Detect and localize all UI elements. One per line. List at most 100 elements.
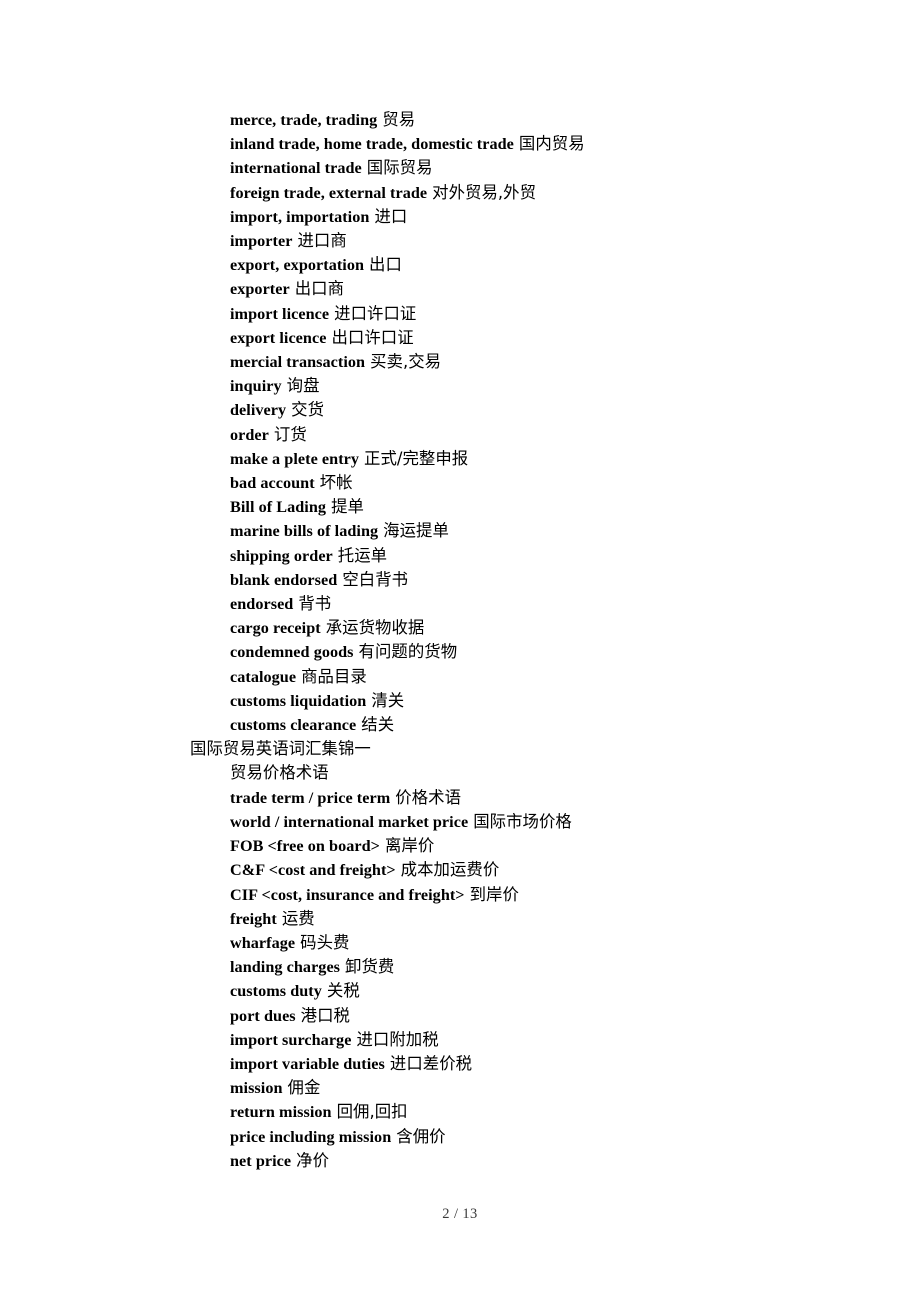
vocabulary-entry: trade term / price term 价格术语: [190, 786, 890, 810]
entry-term: merce, trade, trading: [230, 111, 378, 129]
entry-term: return mission: [230, 1103, 332, 1122]
entry-term: import variable duties: [230, 1054, 385, 1073]
vocabulary-entry: international trade 国际贸易: [190, 156, 890, 180]
entry-gloss: 运费: [281, 908, 315, 928]
vocabulary-entry: export, exportation 出口: [190, 253, 890, 277]
entry-gloss: 卸货费: [345, 957, 395, 977]
entry-gloss: 结关: [361, 715, 395, 735]
vocabulary-entry: importer 进口商: [190, 229, 890, 253]
entry-gloss: 成本加运费价: [400, 860, 500, 880]
entry-gloss: 出口许口证: [331, 327, 414, 347]
entry-gloss: 托运单: [337, 545, 388, 565]
vocabulary-entry: return mission 回佣,回扣: [190, 1100, 890, 1124]
vocabulary-entry: customs duty 关税: [190, 979, 890, 1003]
vocabulary-entry: customs liquidation 清关: [190, 689, 890, 713]
vocabulary-entry: delivery 交货: [190, 398, 890, 422]
vocabulary-entry: Bill of Lading 提单: [190, 495, 890, 519]
vocabulary-entry: inland trade, home trade, domestic trade…: [190, 132, 890, 156]
entry-term: customs duty: [230, 982, 322, 1001]
section-heading: 国际贸易英语词汇集锦一: [190, 737, 890, 761]
entry-gloss: 国际贸易: [366, 158, 433, 178]
vocabulary-entry: bad account 坏帐: [190, 471, 890, 495]
vocabulary-entry: mercial transaction 买卖,交易: [190, 350, 890, 374]
entry-term: marine bills of lading: [230, 522, 379, 541]
vocabulary-entry: C&F <cost and freight> 成本加运费价: [190, 858, 890, 882]
entry-gloss: 询盘: [286, 376, 320, 396]
entry-gloss: 贸易: [382, 110, 416, 129]
vocabulary-entry: FOB <free on board> 离岸价: [190, 834, 890, 858]
vocabulary-entry: foreign trade, external trade 对外贸易,外贸: [190, 181, 890, 205]
entry-gloss: 价格术语: [395, 787, 462, 807]
entry-term: freight: [230, 909, 277, 928]
entry-term: import licence: [230, 304, 330, 323]
entry-term: inquiry: [230, 377, 282, 396]
entry-gloss: 回佣,回扣: [336, 1102, 408, 1122]
vocabulary-entry: condemned goods 有问题的货物: [190, 640, 890, 664]
vocabulary-entry: wharfage 码头费: [190, 931, 890, 955]
entry-gloss: 贸易价格术语: [230, 763, 329, 783]
entry-term: cargo receipt: [230, 619, 321, 638]
entry-gloss: 进口: [374, 206, 408, 226]
vocabulary-entry: cargo receipt 承运货物收据: [190, 616, 890, 640]
entry-term: landing charges: [230, 958, 341, 977]
entry-gloss: 进口附加税: [356, 1029, 439, 1049]
document-page: merce, trade, trading 贸易 inland trade, hom…: [0, 0, 920, 1302]
vocabulary-entry: freight 运费: [190, 907, 890, 931]
vocabulary-entry: import surcharge 进口附加税: [190, 1028, 890, 1052]
entry-gloss: 承运货物收据: [325, 618, 425, 638]
entry-term: net price: [230, 1151, 292, 1170]
page-footer: 2 / 13: [442, 1206, 478, 1222]
vocabulary-entry: CIF <cost, insurance and freight> 到岸价: [190, 883, 890, 907]
vocabulary-entry: endorsed 背书: [190, 592, 890, 616]
vocabulary-entry: inquiry 询盘: [190, 374, 890, 398]
entry-gloss: 离岸价: [384, 836, 435, 856]
entry-term: blank endorsed: [230, 570, 338, 589]
entry-gloss: 提单: [331, 497, 364, 517]
entry-gloss: 清关: [371, 690, 405, 710]
entry-term: order: [230, 425, 269, 444]
entry-term: wharfage: [230, 933, 296, 952]
vocabulary-entry: price including mission 含佣价: [190, 1125, 890, 1149]
entry-gloss: 订货: [273, 424, 307, 444]
entry-gloss: 进口许口证: [334, 303, 417, 323]
entry-term: export licence: [230, 328, 327, 347]
vocabulary-entry: catalogue 商品目录: [190, 665, 890, 689]
entry-term: condemned goods: [230, 643, 354, 662]
vocabulary-entry: marine bills of lading 海运提单: [190, 519, 890, 543]
entry-gloss: 交货: [291, 400, 325, 420]
entry-term: customs clearance: [230, 716, 357, 735]
entry-gloss: 海运提单: [383, 521, 449, 541]
entry-term: mercial transaction: [230, 353, 366, 372]
entry-gloss: 码头费: [300, 932, 350, 952]
vocabulary-entry: shipping order 托运单: [190, 544, 890, 568]
entry-gloss: 到岸价: [469, 884, 519, 904]
entry-term: bad account: [230, 474, 315, 493]
vocabulary-entry: exporter 出口商: [190, 277, 890, 301]
entry-gloss: 商品目录: [301, 666, 367, 686]
entry-term: catalogue: [230, 667, 297, 686]
entry-gloss: 净价: [296, 1150, 330, 1170]
sub-heading: 贸易价格术语: [190, 761, 890, 785]
entry-term: customs liquidation: [230, 691, 367, 710]
entry-term: international trade: [230, 159, 362, 178]
vocabulary-list: merce, trade, trading 贸易 inland trade, hom…: [190, 108, 890, 1173]
entry-gloss: 正式/完整申报: [364, 448, 469, 468]
vocabulary-entry: mission 佣金: [190, 1076, 890, 1100]
entry-gloss: 关税: [326, 981, 360, 1001]
entry-term: CIF <cost, insurance and freight>: [230, 885, 465, 904]
vocabulary-entry: landing charges 卸货费: [190, 955, 890, 979]
entry-term: C&F <cost and freight>: [230, 861, 396, 880]
entry-gloss: 背书: [298, 594, 332, 614]
entry-gloss: 坏帐: [319, 473, 353, 493]
vocabulary-entry: world / international market price 国际市场价格: [190, 810, 890, 834]
entry-gloss: 对外贸易,外贸: [432, 182, 537, 202]
entry-term: export, exportation: [230, 256, 365, 275]
entry-gloss: 港口税: [300, 1005, 350, 1025]
entry-term: trade term / price term: [230, 788, 391, 807]
entry-term: port dues: [230, 1006, 296, 1025]
vocabulary-entry: blank endorsed 空白背书: [190, 568, 890, 592]
entry-term: endorsed: [230, 595, 294, 614]
entry-gloss: 出口商: [294, 279, 345, 299]
entry-gloss: 国内贸易: [518, 134, 585, 154]
entry-gloss: 空白背书: [342, 569, 409, 589]
